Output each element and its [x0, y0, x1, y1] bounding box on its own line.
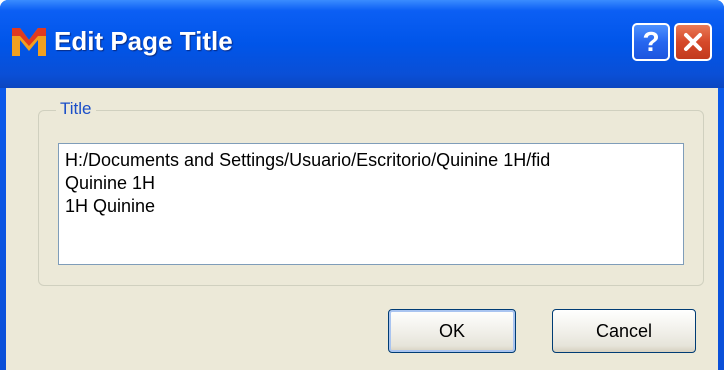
help-label: ?	[642, 26, 660, 57]
cancel-button[interactable]: Cancel	[552, 309, 696, 353]
ok-button[interactable]: OK	[388, 309, 516, 353]
app-logo-icon	[12, 28, 46, 56]
dialog-window: Edit Page Title ? Title H:/Documents and…	[0, 0, 724, 370]
groupbox-label: Title	[56, 99, 96, 119]
textarea-line: Quinine 1H	[65, 173, 156, 193]
close-icon	[684, 33, 702, 51]
title-bar[interactable]: Edit Page Title ?	[0, 0, 724, 88]
help-button[interactable]: ?	[632, 23, 670, 61]
title-textarea[interactable]: H:/Documents and Settings/Usuario/Escrit…	[58, 143, 684, 265]
close-button[interactable]	[674, 23, 712, 61]
textarea-line: 1H Quinine	[65, 196, 156, 216]
window-title: Edit Page Title	[54, 26, 233, 56]
dialog-body: Title H:/Documents and Settings/Usuario/…	[6, 88, 718, 370]
textarea-line: H:/Documents and Settings/Usuario/Escrit…	[65, 150, 551, 170]
